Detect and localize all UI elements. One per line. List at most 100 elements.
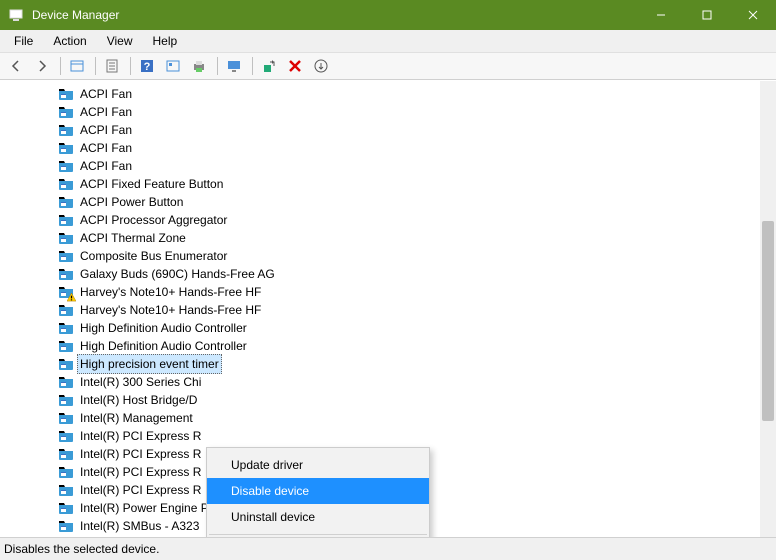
- scroll-thumb[interactable]: [762, 221, 774, 421]
- device-label: Composite Bus Enumerator: [80, 247, 227, 265]
- window-buttons: [638, 0, 776, 30]
- device-row[interactable]: Intel(R) Host Bridge/D: [0, 391, 760, 409]
- toolbar-separator: [252, 57, 253, 75]
- minimize-button[interactable]: [638, 0, 684, 30]
- app-icon: [8, 7, 24, 23]
- device-icon: [58, 410, 74, 426]
- menu-view[interactable]: View: [99, 32, 141, 50]
- device-icon: [58, 464, 74, 480]
- vertical-scrollbar[interactable]: [760, 81, 776, 537]
- device-row[interactable]: Intel(R) 300 Series Chi: [0, 373, 760, 391]
- remove-button[interactable]: [283, 55, 307, 77]
- context-disable-device[interactable]: Disable device: [207, 478, 429, 504]
- device-row[interactable]: ACPI Thermal Zone: [0, 229, 760, 247]
- close-button[interactable]: [730, 0, 776, 30]
- device-row[interactable]: Galaxy Buds (690C) Hands-Free AG: [0, 265, 760, 283]
- device-icon: [58, 212, 74, 228]
- device-icon: [58, 392, 74, 408]
- device-icon: [58, 176, 74, 192]
- device-icon: [58, 356, 74, 372]
- device-label: ACPI Thermal Zone: [80, 229, 186, 247]
- device-icon: [58, 194, 74, 210]
- device-label: Intel(R) Management: [80, 409, 193, 427]
- device-row[interactable]: ACPI Fan: [0, 157, 760, 175]
- device-label: ACPI Fan: [80, 103, 132, 121]
- device-label: Harvey's Note10+ Hands-Free HF: [80, 283, 261, 301]
- scan-button[interactable]: [257, 55, 281, 77]
- device-label: High Definition Audio Controller: [80, 337, 247, 355]
- device-row[interactable]: Intel(R) Management: [0, 409, 760, 427]
- device-icon: [58, 140, 74, 156]
- device-label: Intel(R) PCI Express R: [80, 445, 201, 463]
- print-button[interactable]: [187, 55, 211, 77]
- device-icon: [58, 374, 74, 390]
- device-row[interactable]: High Definition Audio Controller: [0, 337, 760, 355]
- device-icon: [58, 482, 74, 498]
- window-title: Device Manager: [32, 8, 638, 22]
- device-row[interactable]: ACPI Fan: [0, 121, 760, 139]
- device-manager-window: Device Manager File Action View Help ? A: [0, 0, 776, 560]
- maximize-button[interactable]: [684, 0, 730, 30]
- context-update-driver[interactable]: Update driver: [207, 452, 429, 478]
- device-icon: [58, 86, 74, 102]
- device-label: Intel(R) 300 Series Chi: [80, 373, 201, 391]
- properties-button[interactable]: [100, 55, 124, 77]
- device-tree-container: ACPI FanACPI FanACPI FanACPI FanACPI Fan…: [0, 80, 776, 537]
- options-button[interactable]: [161, 55, 185, 77]
- device-row[interactable]: Intel(R) PCI Express R: [0, 427, 760, 445]
- status-text: Disables the selected device.: [4, 542, 159, 556]
- device-row[interactable]: High Definition Audio Controller: [0, 319, 760, 337]
- display-button[interactable]: [222, 55, 246, 77]
- context-menu: Update driver Disable device Uninstall d…: [206, 447, 430, 537]
- device-row[interactable]: ACPI Fixed Feature Button: [0, 175, 760, 193]
- toolbar-separator: [130, 57, 131, 75]
- device-icon: [58, 500, 74, 516]
- device-icon: [58, 338, 74, 354]
- svg-text:?: ?: [144, 61, 151, 73]
- context-separator: [209, 534, 427, 535]
- menu-file[interactable]: File: [6, 32, 41, 50]
- legacy-button[interactable]: [309, 55, 333, 77]
- statusbar: Disables the selected device.: [0, 537, 776, 560]
- device-row[interactable]: ACPI Fan: [0, 103, 760, 121]
- menu-action[interactable]: Action: [45, 32, 94, 50]
- device-label: Harvey's Note10+ Hands-Free HF: [80, 301, 261, 319]
- titlebar: Device Manager: [0, 0, 776, 30]
- device-icon: [58, 284, 74, 300]
- device-label: ACPI Fixed Feature Button: [80, 175, 223, 193]
- device-row[interactable]: ACPI Fan: [0, 85, 760, 103]
- device-label: ACPI Processor Aggregator: [80, 211, 227, 229]
- context-uninstall-device[interactable]: Uninstall device: [207, 504, 429, 530]
- device-icon: [58, 320, 74, 336]
- toolbar: ?: [0, 53, 776, 80]
- toolbar-separator: [217, 57, 218, 75]
- device-icon: [58, 104, 74, 120]
- device-label: ACPI Fan: [80, 85, 132, 103]
- device-icon: [58, 518, 74, 534]
- device-row[interactable]: High precision event timer: [0, 355, 760, 373]
- device-row[interactable]: ACPI Processor Aggregator: [0, 211, 760, 229]
- device-row[interactable]: ACPI Fan: [0, 139, 760, 157]
- device-label: Intel(R) PCI Express R: [80, 427, 201, 445]
- device-label: ACPI Power Button: [80, 193, 183, 211]
- show-hidden-button[interactable]: [65, 55, 89, 77]
- device-icon: [58, 428, 74, 444]
- device-label: ACPI Fan: [80, 157, 132, 175]
- device-label: Intel(R) Host Bridge/D: [80, 391, 197, 409]
- menu-help[interactable]: Help: [145, 32, 186, 50]
- device-label: Intel(R) SMBus - A323: [80, 517, 199, 535]
- device-row[interactable]: Harvey's Note10+ Hands-Free HF: [0, 301, 760, 319]
- device-row[interactable]: ACPI Power Button: [0, 193, 760, 211]
- device-row[interactable]: Harvey's Note10+ Hands-Free HF: [0, 283, 760, 301]
- device-row[interactable]: Composite Bus Enumerator: [0, 247, 760, 265]
- device-icon: [58, 248, 74, 264]
- device-label: High precision event timer: [77, 354, 222, 374]
- toolbar-separator: [95, 57, 96, 75]
- device-label: High Definition Audio Controller: [80, 319, 247, 337]
- help-button[interactable]: ?: [135, 55, 159, 77]
- device-label: ACPI Fan: [80, 121, 132, 139]
- device-icon: [58, 230, 74, 246]
- device-label: Galaxy Buds (690C) Hands-Free AG: [80, 265, 275, 283]
- back-button[interactable]: [4, 55, 28, 77]
- forward-button[interactable]: [30, 55, 54, 77]
